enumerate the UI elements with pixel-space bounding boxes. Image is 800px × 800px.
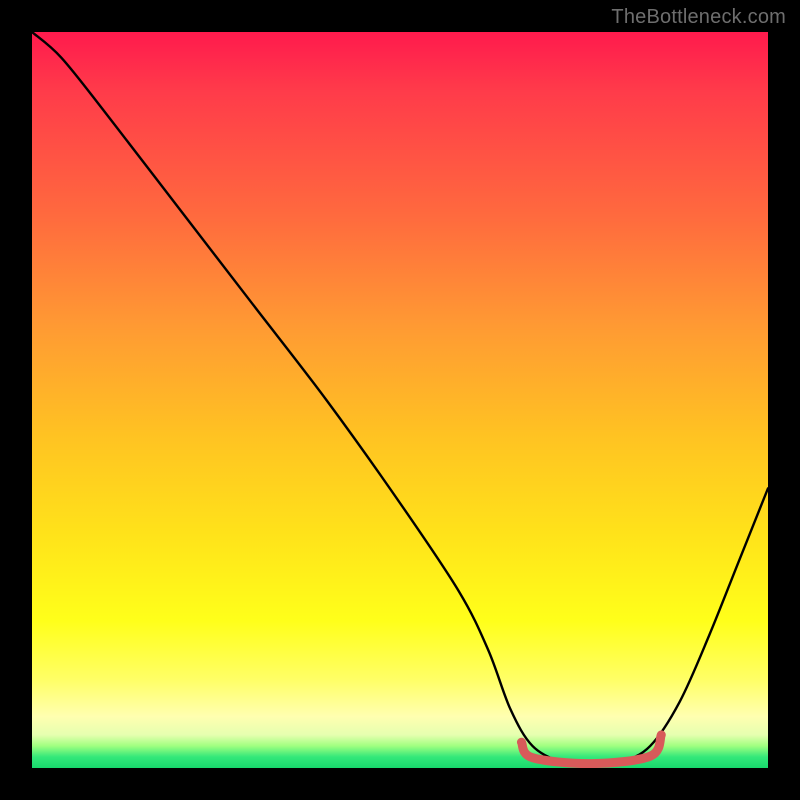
chart-frame: TheBottleneck.com: [0, 0, 800, 800]
bottleneck-curve: [32, 32, 768, 764]
plot-area: [32, 32, 768, 768]
curve-layer: [32, 32, 768, 768]
optimal-range-highlight: [521, 735, 661, 764]
watermark-text: TheBottleneck.com: [611, 6, 786, 29]
